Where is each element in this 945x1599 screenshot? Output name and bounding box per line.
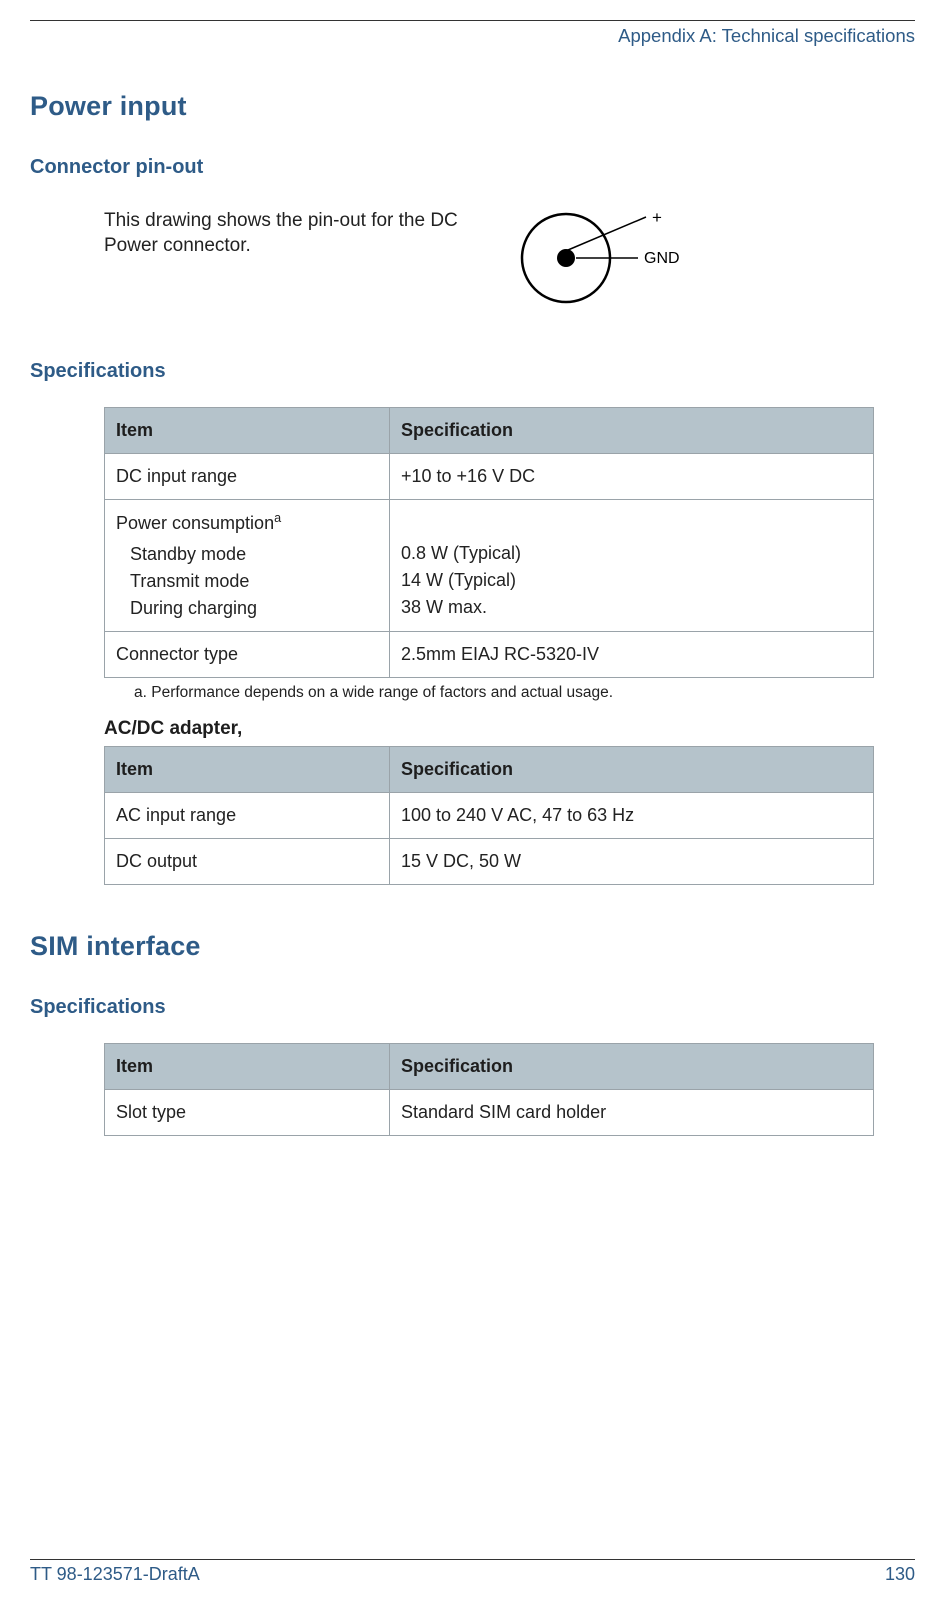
- label-plus: +: [652, 208, 662, 227]
- cell-spec: +10 to +16 V DC: [390, 454, 874, 500]
- cell-spec: Standard SIM card holder: [390, 1090, 874, 1136]
- footer-doc-id: TT 98-123571-DraftA: [30, 1564, 200, 1585]
- cell-item: Connector type: [105, 632, 390, 678]
- col-header-item: Item: [105, 747, 390, 793]
- table-header-row: Item Specification: [105, 747, 874, 793]
- sim-table: Item Specification Slot type Standard SI…: [104, 1043, 874, 1136]
- page: Appendix A: Technical specifications Pow…: [0, 0, 945, 1599]
- label-gnd: GND: [644, 250, 680, 267]
- bottom-rule: [30, 1559, 915, 1560]
- subsection-pinout-heading: Connector pin-out: [30, 156, 915, 179]
- section-sim-title: SIM interface: [30, 931, 915, 962]
- page-footer: TT 98-123571-DraftA 130: [30, 1559, 915, 1585]
- pinout-diagram: + GND: [516, 203, 706, 318]
- specs-block-sim: Item Specification Slot type Standard SI…: [104, 1043, 915, 1136]
- table-row: Slot type Standard SIM card holder: [105, 1090, 874, 1136]
- pc-sup: a: [274, 511, 281, 525]
- cell-item: DC output: [105, 839, 390, 885]
- dc-connector-icon: + GND: [516, 203, 706, 313]
- col-header-item: Item: [105, 1044, 390, 1090]
- table-header-row: Item Specification: [105, 1044, 874, 1090]
- pc-standby-item: Standby mode: [116, 541, 378, 568]
- cell-spec: 15 V DC, 50 W: [390, 839, 874, 885]
- cell-spec: 2.5mm EIAJ RC-5320-IV: [390, 632, 874, 678]
- col-header-spec: Specification: [390, 747, 874, 793]
- adapter-table: Item Specification AC input range 100 to…: [104, 746, 874, 885]
- col-header-spec: Specification: [390, 408, 874, 454]
- cell-spec: 100 to 240 V AC, 47 to 63 Hz: [390, 793, 874, 839]
- pc-charging-spec: 38 W max.: [401, 594, 862, 621]
- section-power-input-title: Power input: [30, 91, 915, 122]
- subsection-sim-specs-heading: Specifications: [30, 996, 915, 1019]
- col-header-spec: Specification: [390, 1044, 874, 1090]
- specs-block-power: Item Specification DC input range +10 to…: [104, 407, 915, 885]
- table-row: DC input range +10 to +16 V DC: [105, 454, 874, 500]
- breadcrumb: Appendix A: Technical specifications: [30, 25, 915, 47]
- pc-transmit-item: Transmit mode: [116, 568, 378, 595]
- cell-item: Slot type: [105, 1090, 390, 1136]
- pinout-row: This drawing shows the pin-out for the D…: [104, 203, 915, 318]
- adapter-heading: AC/DC adapter,: [104, 718, 915, 740]
- table-header-row: Item Specification: [105, 408, 874, 454]
- power-specs-table: Item Specification DC input range +10 to…: [104, 407, 874, 678]
- col-header-item: Item: [105, 408, 390, 454]
- cell-spec-power-consumption: . 0.8 W (Typical) 14 W (Typical) 38 W ma…: [390, 500, 874, 632]
- footer-page-number: 130: [885, 1564, 915, 1585]
- cell-item: DC input range: [105, 454, 390, 500]
- table-row: Connector type 2.5mm EIAJ RC-5320-IV: [105, 632, 874, 678]
- table-row: DC output 15 V DC, 50 W: [105, 839, 874, 885]
- cell-item: AC input range: [105, 793, 390, 839]
- table-row: Power consumptiona Standby mode Transmit…: [105, 500, 874, 632]
- table-row: AC input range 100 to 240 V AC, 47 to 63…: [105, 793, 874, 839]
- top-rule: [30, 20, 915, 21]
- pc-standby-spec: 0.8 W (Typical): [401, 540, 862, 567]
- pc-charging-item: During charging: [116, 595, 378, 622]
- footnote-a: a. Performance depends on a wide range o…: [134, 684, 915, 702]
- subsection-specs-heading: Specifications: [30, 360, 915, 383]
- pc-label: Power consumption: [116, 513, 274, 533]
- pinout-text: This drawing shows the pin-out for the D…: [104, 203, 504, 258]
- pc-transmit-spec: 14 W (Typical): [401, 567, 862, 594]
- cell-item-power-consumption: Power consumptiona Standby mode Transmit…: [105, 500, 390, 632]
